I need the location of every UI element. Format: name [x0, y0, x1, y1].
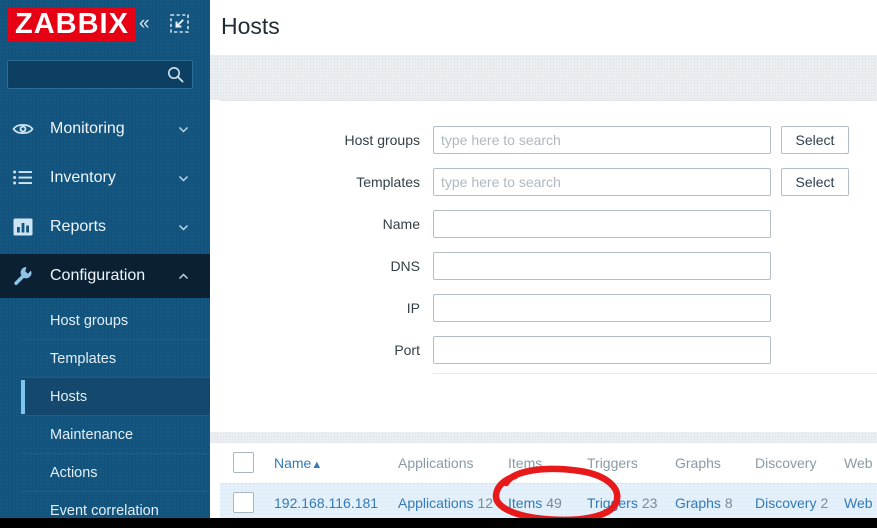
graphs-count: 8	[724, 495, 733, 511]
row-checkbox[interactable]	[233, 492, 254, 513]
discovery-count: 2	[820, 495, 829, 511]
ip-input[interactable]	[433, 294, 771, 322]
name-input[interactable]	[433, 210, 771, 238]
configuration-submenu: Host groups Templates Hosts Maintenance …	[0, 302, 210, 518]
sidebar-header: ZABBIX «	[0, 0, 210, 50]
sidebar-search[interactable]	[7, 60, 193, 89]
sidebar-subitem-label: Actions	[50, 465, 98, 481]
graphs-link[interactable]: Graphs	[675, 495, 721, 511]
column-header-graphs[interactable]: Graphs	[675, 453, 721, 473]
table-row[interactable]: 192.168.116.181 Applications 12 Items 49 T…	[220, 483, 877, 518]
zabbix-hosts-page: ZABBIX « Monitoring Inventory Reports Co…	[0, 0, 877, 528]
filter-divider	[433, 373, 877, 374]
sidebar-subitem-label: Templates	[50, 351, 117, 367]
host-groups-input[interactable]	[433, 126, 771, 154]
column-header-items[interactable]: Items	[508, 453, 542, 473]
select-all-checkbox[interactable]	[233, 452, 254, 473]
eye-icon	[12, 118, 34, 140]
sidebar-subitem-label: Host groups	[50, 313, 129, 329]
templates-input[interactable]	[433, 168, 771, 196]
main-content: Hosts Host groups Select Templates Selec…	[210, 0, 877, 518]
sidebar-subitem-label: Hosts	[50, 389, 88, 405]
zabbix-logo[interactable]: ZABBIX	[8, 8, 136, 42]
bar-chart-icon	[12, 216, 34, 238]
page-title: Hosts	[221, 13, 280, 39]
filter-label: Host groups	[344, 132, 420, 148]
chevron-up-icon	[178, 269, 189, 280]
applications-count: 12	[477, 495, 494, 511]
table-gap	[210, 432, 877, 443]
header-band	[210, 55, 877, 100]
filter-label: DNS	[390, 258, 420, 274]
cell-graphs[interactable]: Graphs 8	[675, 493, 733, 513]
hosts-table: Name▲ Applications Items Triggers Graphs…	[220, 443, 877, 518]
sidebar-item-label: Inventory	[50, 169, 116, 186]
sidebar-subitem-label: Maintenance	[50, 427, 134, 443]
sidebar-item-label: Monitoring	[50, 120, 125, 137]
column-header-name[interactable]: Name▲	[274, 453, 322, 475]
web-link[interactable]: Web	[844, 495, 873, 511]
chevron-double-left-icon[interactable]: «	[139, 14, 150, 33]
wrench-icon	[12, 265, 34, 287]
applications-link[interactable]: Applications	[398, 495, 474, 511]
triggers-link[interactable]: Triggers	[587, 495, 638, 511]
host-name-link[interactable]: 192.168.116.181	[274, 495, 378, 511]
port-input[interactable]	[433, 336, 771, 364]
list-icon	[12, 167, 34, 189]
column-header-triggers[interactable]: Triggers	[587, 453, 638, 473]
cell-host-name[interactable]: 192.168.116.181	[274, 493, 378, 513]
table-header-row: Name▲ Applications Items Triggers Graphs…	[220, 443, 877, 483]
column-header-discovery[interactable]: Discovery	[755, 453, 816, 473]
sidebar-subitem-actions[interactable]: Actions	[21, 454, 210, 492]
sidebar-subitem-event-correlation[interactable]: Event correlation	[21, 492, 210, 518]
sidebar-subitem-host-groups[interactable]: Host groups	[21, 302, 210, 340]
items-count: 49	[546, 495, 562, 511]
bottom-band	[0, 518, 877, 528]
filter-label: Port	[394, 342, 420, 358]
triggers-count: 23	[641, 495, 658, 511]
cell-discovery[interactable]: Discovery 2	[755, 493, 828, 513]
chevron-down-icon	[178, 220, 189, 231]
kiosk-mode-icon[interactable]	[170, 14, 189, 33]
search-input[interactable]	[8, 61, 162, 88]
sidebar-item-label: Reports	[50, 218, 107, 235]
templates-select-button[interactable]: Select	[781, 168, 849, 196]
sidebar-item-monitoring[interactable]: Monitoring	[0, 107, 210, 151]
cell-applications[interactable]: Applications 12	[398, 493, 493, 513]
column-header-applications[interactable]: Applications	[398, 453, 474, 473]
discovery-link[interactable]: Discovery	[755, 495, 816, 511]
sidebar-subitem-hosts[interactable]: Hosts	[21, 378, 210, 416]
cell-triggers[interactable]: Triggers 23	[587, 493, 657, 513]
sidebar-item-inventory[interactable]: Inventory	[0, 156, 210, 200]
sidebar-item-configuration[interactable]: Configuration	[0, 254, 210, 298]
column-header-web[interactable]: Web	[844, 453, 873, 473]
sidebar-subitem-templates[interactable]: Templates	[21, 340, 210, 378]
sidebar-subitem-label: Event correlation	[50, 503, 159, 518]
filter-label: IP	[406, 300, 420, 316]
chevron-down-icon	[178, 122, 189, 133]
cell-items[interactable]: Items 49	[508, 493, 562, 513]
sidebar-item-label: Configuration	[50, 267, 146, 284]
sidebar: ZABBIX « Monitoring Inventory Reports Co…	[0, 0, 210, 518]
filter-panel: Host groups Select Templates Select Name…	[220, 100, 877, 432]
chevron-down-icon	[178, 171, 189, 182]
filter-label: Name	[382, 216, 420, 232]
sidebar-subitem-maintenance[interactable]: Maintenance	[21, 416, 210, 454]
dns-input[interactable]	[433, 252, 771, 280]
items-link[interactable]: Items	[508, 495, 542, 511]
search-icon[interactable]	[167, 66, 184, 83]
sidebar-item-reports[interactable]: Reports	[0, 205, 210, 249]
filter-label: Templates	[356, 174, 420, 190]
cell-web[interactable]: Web	[844, 493, 873, 513]
host-groups-select-button[interactable]: Select	[781, 126, 849, 154]
